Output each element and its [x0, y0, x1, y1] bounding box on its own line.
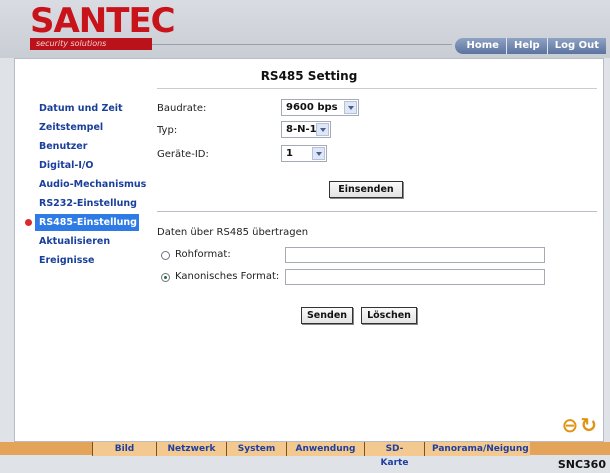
tab-system[interactable]: System: [226, 442, 286, 456]
refresh-icon[interactable]: ↻: [580, 415, 597, 435]
tab-bild[interactable]: Bild: [92, 442, 156, 456]
chevron-down-icon: [312, 147, 325, 160]
brand-tagline: security solutions: [30, 38, 152, 50]
baudrate-select[interactable]: 9600 bps: [281, 99, 359, 116]
transfer-section-label: Daten über RS485 übertragen: [157, 227, 309, 238]
baudrate-value: 9600 bps: [286, 102, 338, 113]
sidebar-item-rs232[interactable]: RS232-Einstellung: [23, 194, 153, 213]
chevron-down-icon: [344, 101, 357, 114]
raw-format-input[interactable]: [285, 247, 545, 263]
canonical-format-label: Kanonisches Format:: [175, 271, 280, 282]
header-divider: [152, 44, 452, 45]
bottom-nav: Bild Netzwerk System Anwendung SD-Karte …: [92, 442, 530, 468]
device-id-label: Geräte-ID:: [157, 149, 209, 160]
sidebar-item-label: Aktualisieren: [39, 236, 111, 247]
device-id-select[interactable]: 1: [281, 145, 327, 162]
sidebar-item-label: Audio-Mechanismus: [39, 179, 147, 190]
sidebar-item-label: Datum und Zeit: [39, 103, 123, 114]
sidebar-item-aktualisieren[interactable]: Aktualisieren: [23, 232, 153, 251]
header: SANTEC security solutions Home Help Log …: [0, 0, 610, 58]
ptz-controls: ⊖ ↻: [561, 415, 597, 435]
tab-anwendung[interactable]: Anwendung: [286, 442, 364, 456]
type-label: Typ:: [157, 125, 178, 136]
sidebar-item-digital-io[interactable]: Digital-I/O: [23, 156, 153, 175]
sidebar-item-datum-und-zeit[interactable]: Datum und Zeit: [23, 99, 153, 118]
model-label: SNC360: [557, 458, 606, 471]
chevron-down-icon: [316, 123, 329, 136]
tab-sd-karte[interactable]: SD-Karte: [364, 442, 424, 468]
sidebar-item-label: RS232-Einstellung: [39, 198, 137, 209]
sidebar-item-label: Benutzer: [39, 141, 88, 152]
brand-logo: SANTEC: [30, 1, 176, 41]
canonical-format-radio[interactable]: [161, 273, 170, 282]
app-window: SANTEC security solutions Home Help Log …: [0, 0, 610, 473]
tab-panorama-neigung[interactable]: Panorama/Neigung: [424, 442, 530, 456]
sidebar-item-benutzer[interactable]: Benutzer: [23, 137, 153, 156]
sidebar-item-audio[interactable]: Audio-Mechanismus: [23, 175, 153, 194]
device-id-value: 1: [286, 148, 293, 159]
canonical-format-input[interactable]: [285, 269, 545, 285]
content-panel: RS485 Setting Datum und Zeit Zeitstempel…: [14, 58, 604, 442]
sidebar: Datum und Zeit Zeitstempel Benutzer Digi…: [23, 99, 153, 270]
page-title: RS485 Setting: [260, 69, 358, 83]
sidebar-item-label: Digital-I/O: [39, 160, 94, 171]
baudrate-label: Baudrate:: [157, 103, 207, 114]
logout-link[interactable]: Log Out: [546, 38, 606, 54]
raw-format-radio[interactable]: [161, 251, 170, 260]
active-bullet-icon: [25, 219, 32, 226]
sidebar-item-rs485[interactable]: RS485-Einstellung: [23, 213, 153, 232]
title-divider: [157, 88, 597, 89]
type-value: 8-N-1: [286, 124, 317, 135]
type-select[interactable]: 8-N-1: [281, 121, 331, 138]
sidebar-item-ereignisse[interactable]: Ereignisse: [23, 251, 153, 270]
tab-netzwerk[interactable]: Netzwerk: [156, 442, 226, 456]
send-button[interactable]: Senden: [301, 307, 353, 324]
clear-button[interactable]: Löschen: [361, 307, 417, 324]
raw-format-label: Rohformat:: [175, 249, 231, 260]
submit-button[interactable]: Einsenden: [329, 181, 403, 198]
help-link[interactable]: Help: [505, 38, 547, 54]
sidebar-item-label: RS485-Einstellung: [39, 217, 137, 228]
section-divider: [157, 211, 597, 212]
sidebar-item-label: Ereignisse: [39, 255, 95, 266]
top-nav: Home Help Log Out: [454, 38, 606, 54]
home-link[interactable]: Home: [454, 38, 506, 54]
sidebar-item-zeitstempel[interactable]: Zeitstempel: [23, 118, 153, 137]
sidebar-item-label: Zeitstempel: [39, 122, 104, 133]
arrow-left-circle-icon[interactable]: ⊖: [561, 415, 578, 435]
